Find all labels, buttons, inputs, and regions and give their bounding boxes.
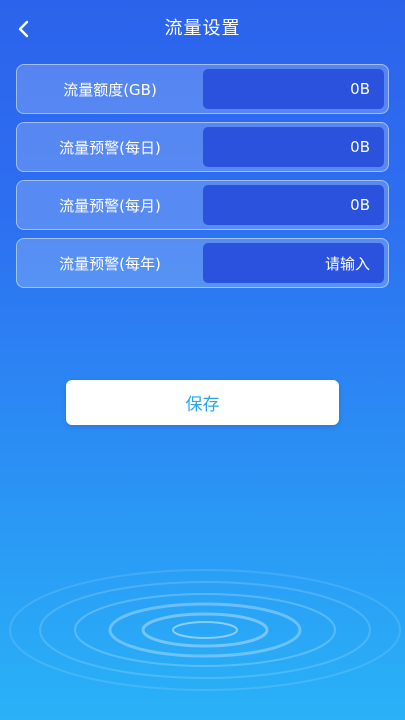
monthly-alert-label: 流量预警(每月) xyxy=(59,196,161,215)
yearly-alert-input[interactable]: 请输入 xyxy=(203,243,384,283)
quota-row: 流量额度(GB) 0B xyxy=(16,64,389,114)
daily-alert-input[interactable]: 0B xyxy=(203,127,384,167)
monthly-alert-row: 流量预警(每月) 0B xyxy=(16,180,389,230)
daily-alert-label: 流量预警(每日) xyxy=(59,138,161,157)
yearly-alert-row: 流量预警(每年) 请输入 xyxy=(16,238,389,288)
water-ripple-decoration xyxy=(9,569,401,691)
page-title: 流量设置 xyxy=(164,18,241,39)
quota-label: 流量额度(GB) xyxy=(63,80,157,99)
save-button[interactable]: 保存 xyxy=(66,380,339,425)
settings-list: 流量额度(GB) 0B 流量预警(每日) 0B 流量预警(每月) 0B 流量预警… xyxy=(16,64,389,296)
quota-input[interactable]: 0B xyxy=(203,69,384,109)
top-bar: 流量设置 xyxy=(0,0,405,58)
yearly-alert-label: 流量预警(每年) xyxy=(59,254,161,273)
daily-alert-row: 流量预警(每日) 0B xyxy=(16,122,389,172)
monthly-alert-input[interactable]: 0B xyxy=(203,185,384,225)
